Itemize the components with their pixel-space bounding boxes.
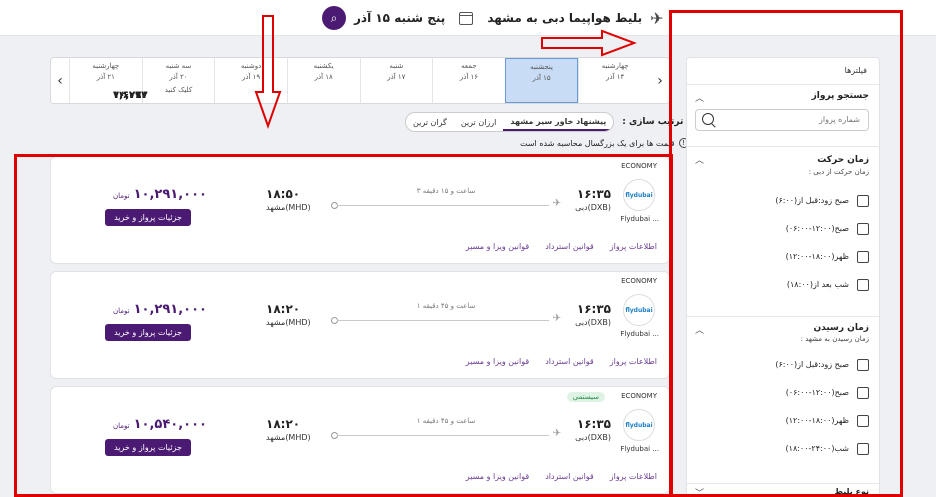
- sort-options: پیشنهاد خاور سیر مشهد ارزان ترین گران تر…: [405, 112, 615, 132]
- date-price: ۱۰,۲۹۳: [113, 90, 148, 101]
- date-day-name: سه شنبه: [165, 62, 192, 70]
- price-info: ! قیمت ها برای یک بزرگسال محاسبه شده است: [520, 138, 689, 148]
- price-info-text: قیمت ها برای یک بزرگسال محاسبه شده است: [520, 138, 675, 148]
- annotation-box-filters: [669, 10, 903, 497]
- annotation-arrow-down: [254, 15, 282, 130]
- search-button[interactable]: ⌕: [322, 6, 346, 30]
- date-day-name: پنجشنبه: [530, 63, 553, 71]
- date-day-name: جمعه: [461, 62, 477, 70]
- date-note: کلیک کنید: [164, 86, 193, 94]
- date-day-name: چهارشنبه: [92, 62, 120, 70]
- date-day-date: ۱۸ آذر: [314, 73, 333, 81]
- date-option[interactable]: چهارشنبه ۲۱ آذر ۱۰,۲۹۳: [69, 58, 147, 103]
- date-day-date: ۲۱ آذر: [96, 73, 115, 81]
- date-day-name: یکشنبه: [313, 62, 334, 70]
- date-day-date: ۱۶ آذر: [459, 73, 479, 81]
- date-day-date: ۱۷ آذر: [387, 73, 406, 81]
- route-title: بلیط هواپیما دبی به مشهد: [487, 11, 643, 25]
- date-day-date: ۱۴ آذر: [606, 73, 625, 81]
- date-option[interactable]: چهارشنبه ۱۴ آذر ۱۳,۷۲۷: [113, 58, 651, 103]
- date-day-name: چهارشنبه: [601, 62, 629, 70]
- date-day-date: ۱۵ آذر: [532, 74, 551, 82]
- annotation-box-results: [14, 154, 673, 497]
- date-day-name: شنبه: [389, 62, 404, 70]
- sort-option-cheapest[interactable]: ارزان ترین: [454, 113, 504, 131]
- calendar-icon: [459, 11, 474, 25]
- date-option[interactable]: جمعه ۱۶ آذر ۷,۶۰۶: [113, 58, 505, 103]
- date-strip: ‹ چهارشنبه ۱۴ آذر ۱۳,۷۲۷ پنجشنبه ۱۵ آذر ۱۰,۰۹…: [50, 57, 670, 104]
- selected-date[interactable]: پنج شنبه ۱۵ آذر: [354, 11, 445, 25]
- date-option[interactable]: پنجشنبه ۱۵ آذر ۱۰,۰۹۷: [113, 58, 579, 103]
- annotation-arrow-right: [541, 29, 637, 57]
- date-option[interactable]: یکشنبه ۱۸ آذر ۱۰,۲۹۳: [113, 58, 360, 103]
- date-day-date: ۲۰ آذر: [169, 73, 188, 81]
- next-dates-arrow-icon[interactable]: ‹: [51, 58, 69, 103]
- plane-icon: ✈: [650, 8, 664, 28]
- date-option[interactable]: شنبه ۱۷ آذر ۱۰,۰۹۷: [113, 58, 433, 103]
- prev-dates-arrow-icon[interactable]: ›: [651, 58, 669, 103]
- sort-option-suggested[interactable]: پیشنهاد خاور سیر مشهد: [503, 113, 614, 131]
- sort-row: ترتیب سازی : پیشنهاد خاور سیر مشهد ارزان…: [405, 111, 683, 133]
- sort-option-expensive[interactable]: گران ترین: [406, 113, 454, 131]
- date-option[interactable]: سه شنبه ۲۰ آذر کلیک کنید: [141, 58, 215, 103]
